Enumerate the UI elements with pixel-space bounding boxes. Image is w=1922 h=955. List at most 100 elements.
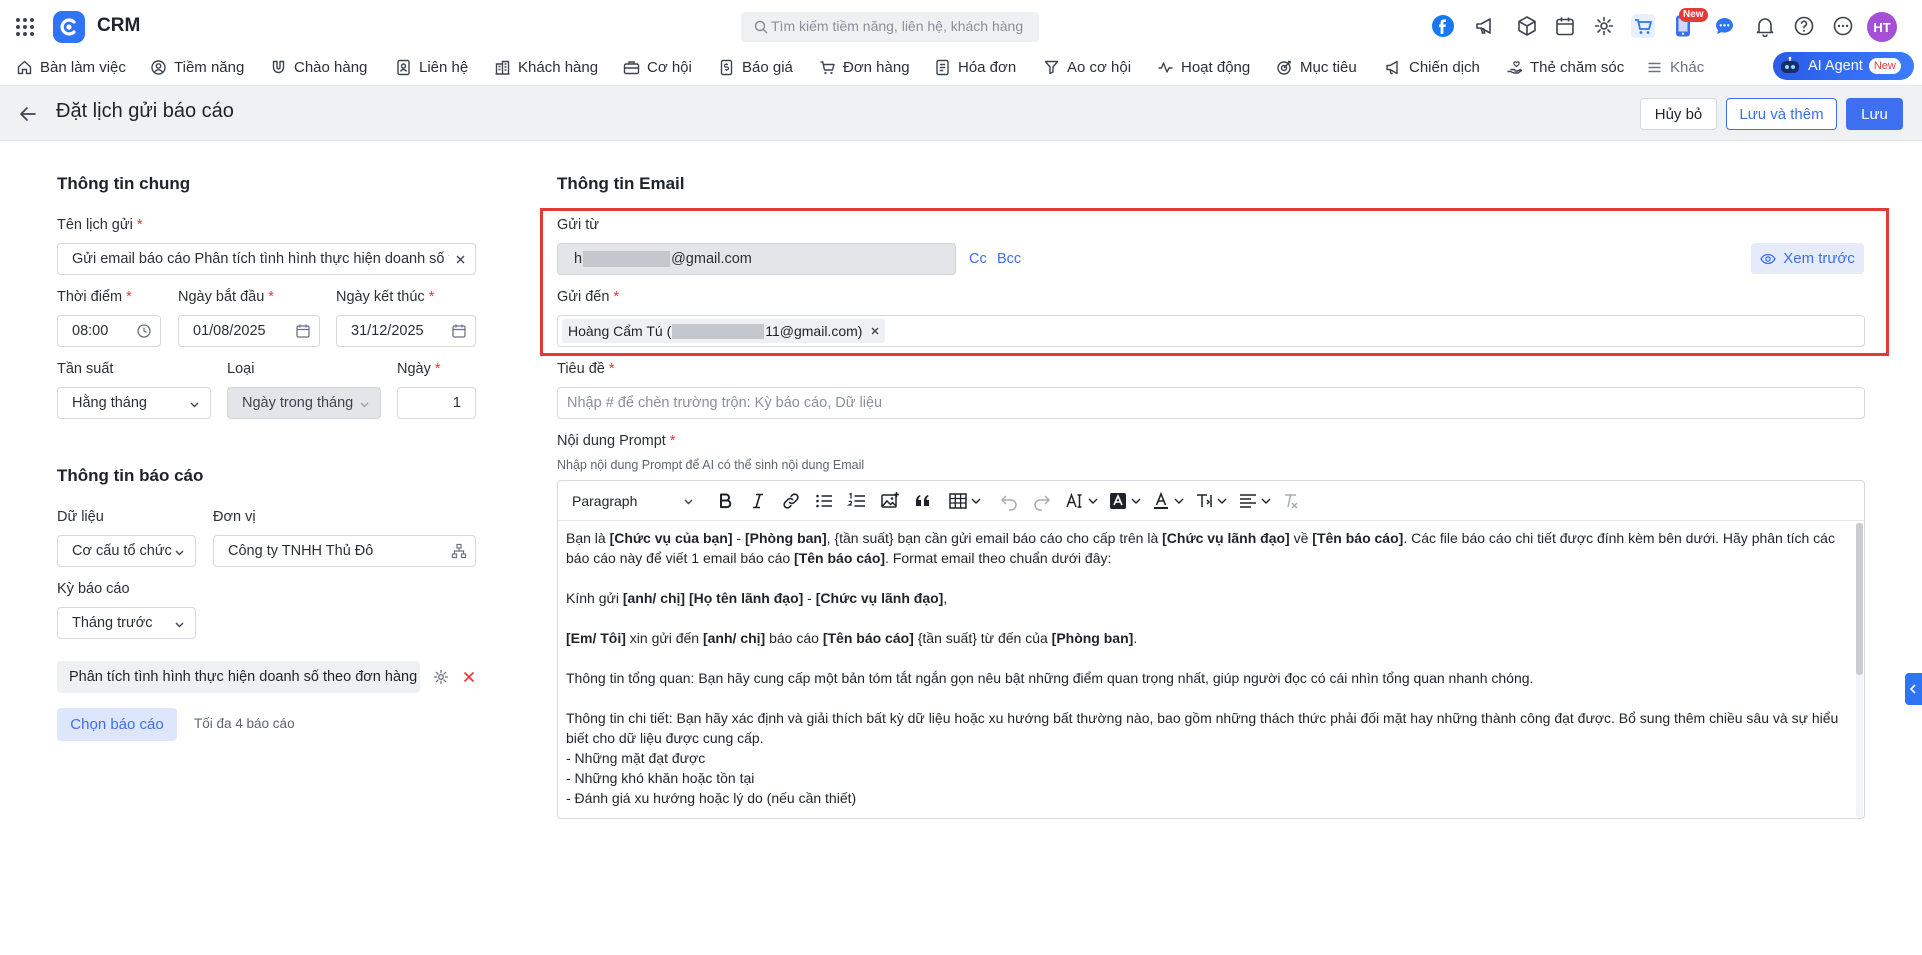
- prompt-content[interactable]: Bạn là [Chức vụ của bạn] - [Phòng ban], …: [566, 528, 1848, 808]
- preview-button[interactable]: Xem trước: [1751, 243, 1864, 274]
- text-style-icon[interactable]: [1194, 491, 1214, 511]
- more-options-icon[interactable]: [1832, 15, 1854, 37]
- prompt-paragraph: Bạn là [Chức vụ của bạn] - [Phòng ban], …: [566, 530, 1835, 566]
- bullet-list-icon[interactable]: [814, 491, 834, 511]
- nav-item-leads[interactable]: Tiềm năng: [150, 52, 244, 82]
- facebook-icon[interactable]: [1432, 15, 1454, 37]
- scrollbar-thumb[interactable]: [1856, 523, 1863, 675]
- to-field[interactable]: Hoàng Cẩm Tú ( 11@gmail.com): [557, 315, 1865, 347]
- bell-icon[interactable]: [1754, 15, 1776, 37]
- period-select[interactable]: Tháng trước: [57, 607, 196, 639]
- remove-recipient-icon[interactable]: [871, 327, 879, 335]
- recipient-tag: Hoàng Cẩm Tú ( 11@gmail.com): [562, 319, 886, 343]
- care-hand-icon: [1507, 60, 1523, 74]
- save-and-add-button[interactable]: Lưu và thêm: [1726, 98, 1837, 130]
- chat-icon[interactable]: [1714, 16, 1735, 37]
- chevron-down-icon[interactable]: [1087, 491, 1099, 511]
- schedule-name-input[interactable]: Gửi email báo cáo Phân tích tình hình th…: [57, 243, 476, 275]
- clear-format-icon[interactable]: [1281, 491, 1301, 511]
- report-settings-icon[interactable]: [433, 669, 449, 685]
- chevron-down-icon[interactable]: [1130, 491, 1142, 511]
- unit-label: Đơn vị: [213, 509, 256, 525]
- nav-item-activities[interactable]: Hoạt động: [1157, 52, 1250, 82]
- nav-item-quotes[interactable]: Báo giá: [718, 52, 793, 82]
- data-select[interactable]: Cơ cấu tổ chức: [57, 535, 196, 567]
- redo-icon[interactable]: [1032, 491, 1052, 511]
- day-label: Ngày *: [397, 361, 441, 377]
- numbered-list-icon[interactable]: [847, 491, 867, 511]
- undo-icon[interactable]: [999, 491, 1019, 511]
- search-input[interactable]: Tìm kiếm tiềm năng, liên hệ, khách hàng: [771, 18, 1023, 34]
- help-icon[interactable]: [1793, 15, 1815, 37]
- end-date-label: Ngày kết thúc *: [336, 289, 435, 305]
- highlight-color-icon[interactable]: [1108, 491, 1128, 511]
- nav-item-opportunities[interactable]: Cơ hội: [623, 52, 692, 82]
- clear-icon[interactable]: [456, 255, 465, 264]
- table-icon[interactable]: [948, 491, 968, 511]
- save-button[interactable]: Lưu: [1846, 98, 1903, 130]
- to-label: Gửi đến *: [557, 289, 620, 305]
- crm-logo[interactable]: [53, 11, 85, 43]
- new-badge: New: [1679, 8, 1708, 22]
- chevron-down-icon[interactable]: [1173, 491, 1185, 511]
- ai-agent-button[interactable]: AI Agent New: [1773, 52, 1914, 80]
- chevron-down-icon[interactable]: [970, 491, 982, 511]
- side-panel-toggle[interactable]: [1905, 673, 1922, 705]
- shopping-cart-icon[interactable]: [1631, 14, 1655, 38]
- start-date-input[interactable]: 01/08/2025: [178, 315, 320, 347]
- nav-item-opportunity-pool[interactable]: Ao cơ hội: [1043, 52, 1131, 82]
- nav-item-workspace[interactable]: Bàn làm việc: [16, 52, 126, 82]
- prompt-list-item: - Đánh giá xu hướng hoặc lý do (nếu cần …: [566, 790, 857, 806]
- avatar[interactable]: HT: [1867, 12, 1897, 42]
- insert-image-icon[interactable]: [880, 491, 900, 511]
- subject-input[interactable]: Nhập # để chèn trường trộn: Kỳ báo cáo, …: [557, 387, 1865, 419]
- prompt-editor[interactable]: Paragraph Bạn là [Chức vụ của bạn] - [Ph…: [557, 480, 1865, 819]
- font-size-icon[interactable]: [1065, 491, 1085, 511]
- calendar-icon[interactable]: [1554, 15, 1576, 37]
- choose-report-button[interactable]: Chọn báo cáo: [57, 708, 177, 741]
- global-search[interactable]: Tìm kiếm tiềm năng, liên hệ, khách hàng: [741, 12, 1039, 42]
- editor-scrollbar[interactable]: [1856, 523, 1863, 817]
- box-icon[interactable]: [1516, 15, 1538, 37]
- nav-item-goals[interactable]: Mục tiêu: [1276, 52, 1357, 82]
- nav-item-invoices[interactable]: Hóa đơn: [934, 52, 1016, 82]
- frequency-select[interactable]: Hằng tháng: [57, 387, 211, 419]
- prompt-list-item: - Những khó khăn hoặc tồn tại: [566, 770, 755, 786]
- period-label: Kỳ báo cáo: [57, 581, 130, 597]
- chevron-down-icon: [190, 402, 199, 408]
- day-input[interactable]: 1: [397, 387, 476, 419]
- back-arrow-icon[interactable]: [18, 104, 38, 124]
- remove-report-icon[interactable]: [463, 671, 475, 683]
- calendar-small-icon: [296, 324, 310, 338]
- end-date-input[interactable]: 31/12/2025: [336, 315, 476, 347]
- nav-item-contacts[interactable]: Liên hệ: [395, 52, 468, 82]
- paragraph-style-select[interactable]: Paragraph: [572, 491, 694, 511]
- type-select: Ngày trong tháng: [227, 387, 381, 419]
- redacted-block: [672, 323, 765, 339]
- nav-item-more[interactable]: Khác: [1646, 52, 1704, 82]
- chevron-down-icon: [360, 402, 369, 408]
- nav-item-orders[interactable]: Đơn hàng: [819, 52, 910, 82]
- cc-link[interactable]: Cc: [969, 251, 987, 267]
- megaphone-icon[interactable]: [1474, 16, 1496, 36]
- chevron-down-icon[interactable]: [1216, 491, 1228, 511]
- cancel-button[interactable]: Hủy bỏ: [1640, 98, 1717, 130]
- nav-item-campaigns[interactable]: Chiến dịch: [1385, 52, 1480, 82]
- link-icon[interactable]: [781, 491, 801, 511]
- text-color-icon[interactable]: [1151, 491, 1171, 511]
- unit-select[interactable]: Công ty TNHH Thủ Đô: [213, 535, 476, 567]
- nav-item-offers[interactable]: Chào hàng: [270, 52, 367, 82]
- align-left-icon[interactable]: [1238, 491, 1258, 511]
- bold-icon[interactable]: [715, 491, 735, 511]
- italic-icon[interactable]: [748, 491, 768, 511]
- chevron-down-icon[interactable]: [1260, 491, 1272, 511]
- eye-icon: [1760, 253, 1776, 264]
- time-input[interactable]: 08:00: [57, 315, 161, 347]
- nav-item-customers[interactable]: Khách hàng: [494, 52, 598, 82]
- settings-gear-icon[interactable]: [1593, 15, 1615, 37]
- apps-grid-icon[interactable]: [15, 17, 35, 37]
- report-section-title: Thông tin báo cáo: [57, 466, 204, 485]
- bcc-link[interactable]: Bcc: [997, 251, 1021, 267]
- quote-icon[interactable]: [913, 491, 933, 511]
- nav-item-care-cards[interactable]: Thẻ chăm sóc: [1506, 52, 1624, 82]
